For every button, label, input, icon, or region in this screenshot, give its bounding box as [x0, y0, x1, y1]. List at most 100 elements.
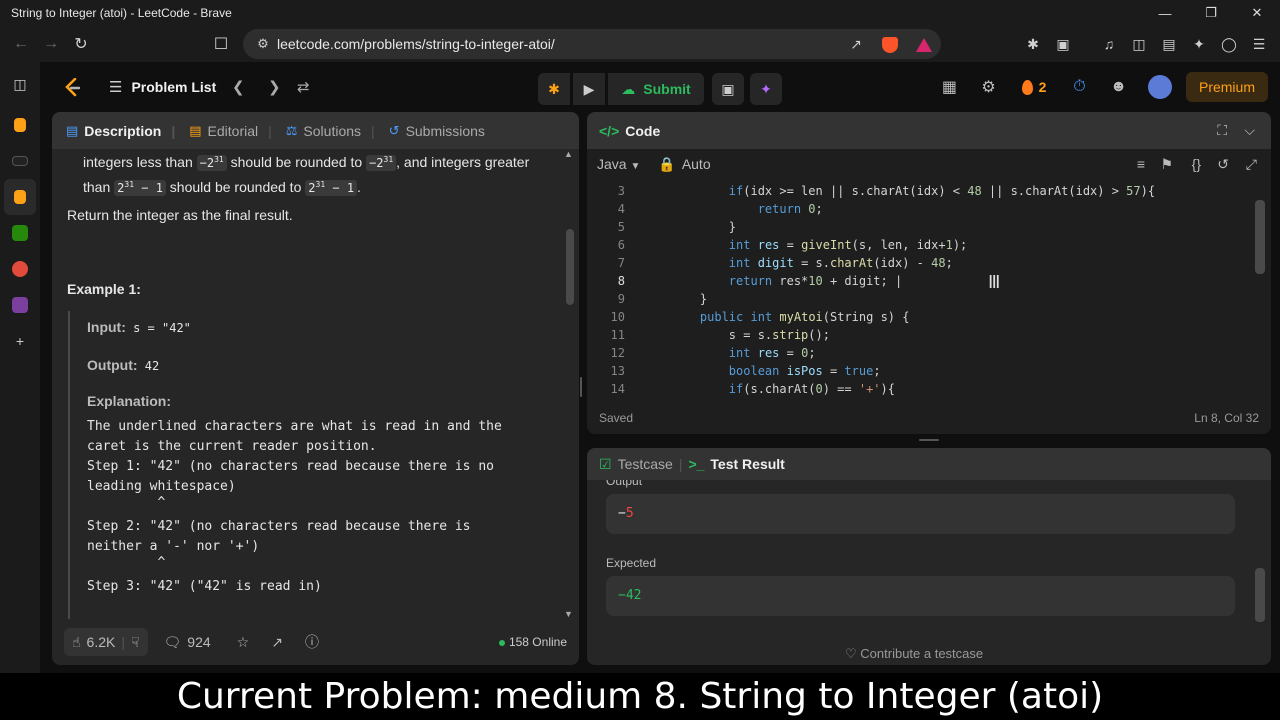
code-line[interactable]: 3 if(idx >= len || s.charAt(idx) < 48 ||… — [587, 182, 1271, 200]
code-line[interactable]: 5 } — [587, 218, 1271, 236]
restore-button[interactable]: ❐ — [1188, 0, 1234, 26]
code-text[interactable]: return res*10 + digit; | — [625, 272, 902, 290]
code-text[interactable]: int res = giveInt(s, len, idx+1); — [625, 236, 967, 254]
notes-button[interactable]: ▣ — [712, 73, 744, 105]
panel-resize-handle[interactable] — [919, 439, 939, 441]
media-icon[interactable]: ♫ — [1094, 29, 1124, 59]
tuf-app-icon[interactable] — [0, 143, 40, 179]
tab-testcase[interactable]: ☑ Testcase — [599, 456, 673, 473]
tab-submissions[interactable]: ↺ Submissions — [389, 123, 499, 139]
url-text[interactable]: leetcode.com/problems/string-to-integer-… — [277, 36, 839, 52]
brave-rewards-icon[interactable] — [907, 36, 941, 53]
tab-description[interactable]: ▤ Description | — [66, 123, 189, 139]
leo-ai-icon[interactable]: ✦ — [1184, 29, 1214, 59]
code-text[interactable]: return 0; — [625, 200, 823, 218]
maximize-icon[interactable]: ⛶ — [1217, 122, 1227, 139]
bookmark-code-icon[interactable]: ⚑ — [1160, 156, 1173, 173]
kahoot-app-icon[interactable] — [0, 215, 40, 251]
close-window-button[interactable]: ✕ — [1234, 0, 1280, 26]
code-text[interactable]: if(s.charAt(0) == '+'){ — [625, 380, 895, 396]
bookmark-icon[interactable]: ☐ — [206, 29, 236, 59]
code-text[interactable]: public int myAtoi(String s) { — [625, 308, 910, 326]
code-line[interactable]: 6 int res = giveInt(s, len, idx+1); — [587, 236, 1271, 254]
vpn-icon[interactable]: ◯ — [1214, 29, 1244, 59]
reload-icon[interactable]: ↻ — [66, 29, 96, 59]
problem-list-link[interactable]: ☰ Problem List — [109, 78, 216, 96]
avatar[interactable] — [1147, 75, 1172, 99]
address-bar[interactable]: ⚙ leetcode.com/problems/string-to-intege… — [243, 29, 941, 59]
contribute-testcase-link[interactable]: ♡ Contribute a testcase — [845, 646, 983, 662]
format-icon[interactable]: ≡ — [1137, 156, 1145, 172]
code-line[interactable]: 9 } — [587, 290, 1271, 308]
submit-button[interactable]: ☁ Submit — [608, 73, 704, 105]
test-scrollbar[interactable] — [1255, 568, 1265, 622]
comment-icon[interactable]: 🗨 — [164, 634, 182, 651]
prev-problem-icon[interactable]: ❮ — [232, 78, 245, 96]
reset-icon[interactable]: ↺ — [1217, 156, 1229, 173]
tab-editorial[interactable]: ▤ Editorial | — [189, 123, 286, 139]
scroll-down-icon[interactable]: ▼ — [564, 609, 573, 619]
code-text[interactable]: } — [625, 290, 707, 308]
shuffle-icon[interactable]: ⇄ — [297, 78, 310, 96]
description-scrollbar[interactable] — [566, 229, 574, 305]
code-text[interactable]: if(idx >= len || s.charAt(idx) < 48 || s… — [625, 182, 1155, 200]
code-line[interactable]: 13 boolean isPos = true; — [587, 362, 1271, 380]
code-line[interactable]: 14 if(s.charAt(0) == '+'){ — [587, 380, 1271, 396]
leetcode-app-icon[interactable] — [0, 107, 40, 143]
code-line[interactable]: 8 return res*10 + digit; | — [587, 272, 1271, 290]
slack-app-icon[interactable] — [0, 287, 40, 323]
code-line[interactable]: 11 s = s.strip(); — [587, 326, 1271, 344]
comment-count[interactable]: 924 — [187, 634, 210, 650]
tab-test-result[interactable]: >_ Test Result — [688, 456, 784, 472]
tab-solutions[interactable]: ⚖ Solutions | — [286, 123, 389, 139]
debug-button[interactable]: ✱ — [538, 73, 570, 105]
code-text[interactable]: int res = 0; — [625, 344, 816, 362]
back-icon[interactable]: ← — [6, 29, 36, 59]
record-app-icon[interactable] — [0, 251, 40, 287]
auto-mode[interactable]: Auto — [682, 156, 711, 172]
code-scrollbar[interactable] — [1255, 200, 1265, 274]
code-line[interactable]: 12 int res = 0; — [587, 344, 1271, 362]
language-select[interactable]: Java ▼ — [597, 156, 640, 172]
layout-icon[interactable]: ▦ — [930, 77, 969, 97]
menu-icon[interactable]: ☰ — [1244, 29, 1274, 59]
share-icon[interactable]: ↗ — [271, 634, 283, 651]
code-text[interactable]: int digit = s.charAt(idx) - 48; — [625, 254, 953, 272]
next-problem-icon[interactable]: ❯ — [268, 78, 281, 96]
ai-assist-button[interactable]: ✦ — [750, 73, 782, 105]
vertical-resize-handle[interactable] — [580, 377, 582, 397]
site-settings-icon[interactable]: ⚙ — [249, 36, 277, 52]
collapse-icon[interactable]: ⌵ — [1244, 122, 1255, 139]
streak-counter[interactable]: 2 — [1008, 79, 1060, 95]
timer-icon[interactable]: ⏱ — [1060, 78, 1099, 96]
scroll-up-icon[interactable]: ▲ — [564, 149, 573, 159]
add-app-icon[interactable]: + — [0, 323, 40, 359]
screenshot-icon[interactable]: ▣ — [1048, 29, 1078, 59]
thumbs-down-icon[interactable]: ☟ — [131, 634, 140, 651]
star-icon[interactable]: ☆ — [237, 634, 250, 651]
sidebar-panel-icon[interactable]: ◫ — [0, 66, 40, 102]
help-icon[interactable]: ⓘ — [305, 632, 319, 652]
leetcode-active-icon[interactable] — [4, 179, 36, 215]
minimize-button[interactable]: — — [1142, 0, 1188, 26]
wallet-icon[interactable]: ▤ — [1154, 29, 1184, 59]
fullscreen-icon[interactable]: ⤢ — [1246, 156, 1257, 173]
settings-gear-icon[interactable]: ⚙ — [969, 77, 1008, 97]
share-icon[interactable]: ↗ — [839, 36, 873, 53]
add-friend-icon[interactable]: ☻ — [1099, 78, 1138, 96]
like-button[interactable]: ☝ 6.2K | ☟ — [64, 628, 148, 656]
code-editor[interactable]: 3 if(idx >= len || s.charAt(idx) < 48 ||… — [587, 182, 1271, 396]
brave-shields-icon[interactable] — [873, 35, 907, 53]
run-button[interactable]: ▶ — [573, 73, 605, 105]
leetcode-logo-icon[interactable] — [64, 78, 82, 98]
forward-icon[interactable]: → — [36, 29, 66, 59]
premium-button[interactable]: Premium — [1185, 72, 1268, 102]
code-text[interactable]: boolean isPos = true; — [625, 362, 881, 380]
code-line[interactable]: 10 public int myAtoi(String s) { — [587, 308, 1271, 326]
braces-icon[interactable]: {} — [1192, 156, 1201, 172]
code-text[interactable]: } — [625, 218, 736, 236]
sidebar-toggle-icon[interactable]: ◫ — [1124, 29, 1154, 59]
extensions-icon[interactable]: ✱ — [1018, 29, 1048, 59]
code-line[interactable]: 7 int digit = s.charAt(idx) - 48; — [587, 254, 1271, 272]
code-text[interactable]: s = s.strip(); — [625, 326, 830, 344]
